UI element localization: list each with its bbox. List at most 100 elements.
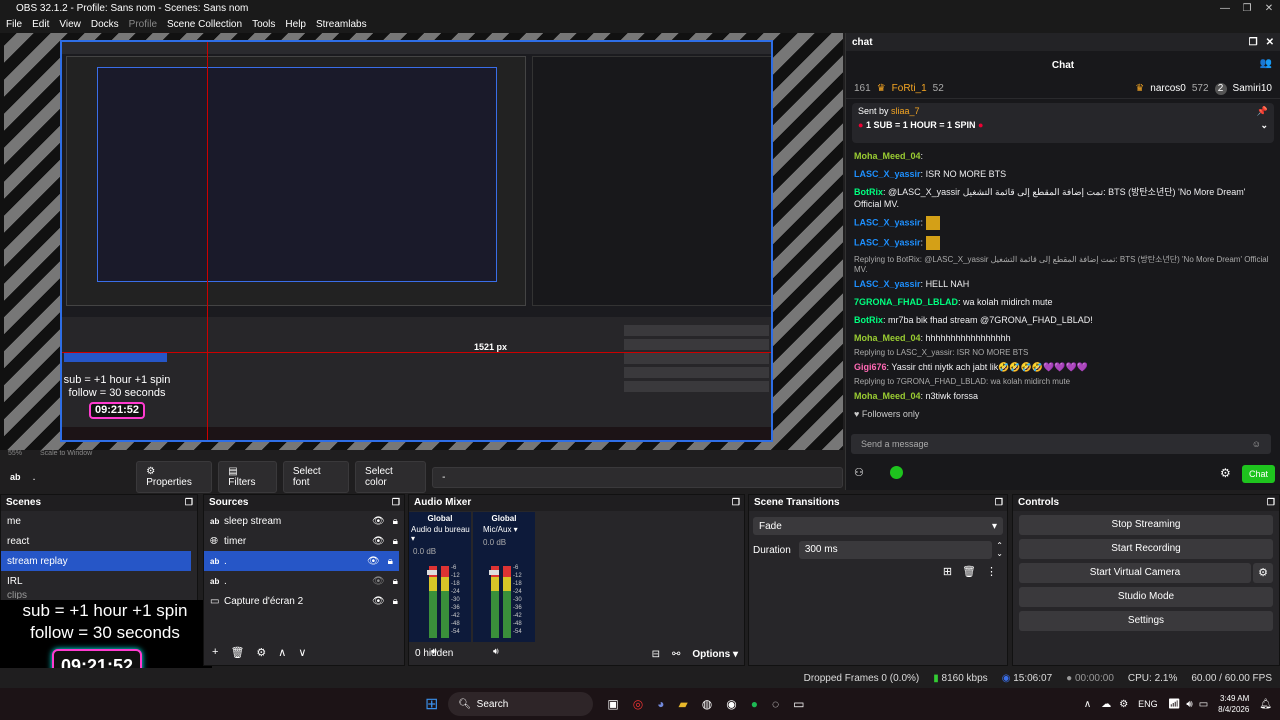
channel-name[interactable]: Audio du bureau ▾ — [409, 525, 471, 543]
filters-button[interactable]: ▤ Filters — [218, 461, 277, 493]
eye-icon[interactable]: 👁 — [372, 596, 385, 607]
add-icon[interactable]: ⊞ — [943, 565, 952, 578]
volume-slider[interactable] — [489, 570, 499, 575]
chevron-down-icon[interactable]: ⌄ — [1260, 120, 1268, 131]
close-icon[interactable]: ✕ — [1258, 3, 1280, 14]
properties-button[interactable]: ⚙ Properties — [136, 461, 213, 493]
source-item[interactable]: ab. 👁 🔒︎ — [204, 571, 404, 591]
menu-file[interactable]: File — [6, 19, 22, 30]
undock-icon[interactable]: ❐ — [995, 497, 1003, 508]
lock-icon[interactable]: 🔒︎ — [393, 536, 398, 547]
source-item[interactable]: 🌐︎ timer 👁 🔒︎ — [204, 531, 404, 551]
chrome-icon[interactable]: ◍ — [702, 697, 712, 711]
duration-input[interactable]: 300 ms — [798, 541, 993, 559]
taskbar-search[interactable]: 🔍︎ Search — [448, 692, 594, 716]
move-up-icon[interactable]: ∧ — [278, 646, 286, 659]
obs-icon[interactable]: ◉ — [726, 697, 736, 711]
terminal-icon[interactable]: ▭ — [793, 697, 804, 711]
file-explorer-icon[interactable]: ▰ — [678, 697, 687, 711]
link-icon[interactable]: ⚯ — [672, 649, 680, 660]
undock-icon[interactable]: ❐ — [1267, 497, 1275, 508]
eye-icon[interactable]: 👁 — [372, 536, 385, 547]
tray-chevron-icon[interactable]: ∧ — [1084, 699, 1091, 710]
options-button[interactable]: Options ▾ — [692, 649, 738, 660]
scene-item-selected[interactable]: stream replay — [1, 551, 191, 571]
studio-mode-button[interactable]: Studio Mode — [1019, 587, 1273, 607]
lock-icon[interactable]: 🔒︎ — [393, 596, 398, 607]
volume-slider[interactable] — [427, 570, 437, 575]
stop-streaming-button[interactable]: Stop Streaming — [1019, 515, 1273, 535]
layout-icon[interactable]: ⊟ — [652, 649, 660, 660]
source-item-selected[interactable]: ab. 👁 🔒︎ — [204, 551, 399, 571]
source-item[interactable]: ab sleep stream 👁 🔒︎ — [204, 511, 404, 531]
windows-start-icon[interactable]: ⊞ — [425, 694, 438, 714]
discord-icon[interactable]: ◕ — [657, 697, 664, 711]
volume-icon[interactable]: 🔊︎ — [1186, 699, 1192, 710]
settings-button[interactable]: Settings — [1019, 611, 1273, 631]
app-icon[interactable]: ◌ — [772, 697, 779, 711]
menu-edit[interactable]: Edit — [32, 19, 49, 30]
language-indicator[interactable]: ENG — [1138, 699, 1158, 709]
users-icon[interactable]: 👥 — [1260, 58, 1272, 69]
virtual-camera-settings-icon[interactable]: ⚙ — [1253, 563, 1273, 583]
close-dock-icon[interactable]: ✕ — [1266, 37, 1274, 48]
scene-item[interactable]: IRL — [1, 571, 197, 591]
clock[interactable]: 3:49 AM 8/4/2026 — [1218, 693, 1249, 715]
select-color-button[interactable]: Select color — [355, 461, 427, 493]
scene-item[interactable]: me — [1, 511, 197, 531]
speaker-icon[interactable]: 🔊︎ — [493, 646, 499, 657]
task-view-icon[interactable]: ▣ — [607, 697, 618, 711]
battery-icon[interactable]: ▭ — [1199, 699, 1208, 710]
settings-gear-icon[interactable]: ⚙ — [1220, 466, 1231, 480]
lock-icon[interactable]: 🔒︎ — [393, 516, 398, 527]
undock-icon[interactable]: ❐ — [732, 497, 740, 508]
eye-hidden-icon[interactable]: 👁 — [372, 576, 385, 587]
eye-icon[interactable]: 👁 — [367, 556, 380, 567]
kick-icon[interactable] — [890, 466, 903, 479]
undock-icon[interactable]: ❐ — [392, 497, 400, 508]
scale-mode[interactable]: Scale to Window — [40, 450, 92, 457]
scene-item[interactable]: react — [1, 531, 197, 551]
menu-scene-collection[interactable]: Scene Collection — [167, 19, 242, 30]
chat-tools-icon[interactable]: ⚇ — [854, 466, 864, 479]
leaderboard-name[interactable]: FoRti_1 — [892, 83, 927, 94]
duration-stepper[interactable]: ⌃ ⌄ — [996, 542, 1003, 558]
chat-send-button[interactable]: Chat — [1242, 465, 1275, 483]
menu-docks[interactable]: Docks — [91, 19, 119, 30]
leaderboard-name[interactable]: narcos0 — [1150, 83, 1186, 94]
lock-icon[interactable]: 🔒︎ — [388, 556, 393, 567]
trash-icon[interactable]: 🗑︎ — [230, 646, 244, 659]
text-input[interactable]: - — [432, 466, 844, 488]
eye-icon[interactable]: 👁 — [372, 516, 385, 527]
tray-icon[interactable]: ⚙ — [1119, 699, 1128, 710]
start-virtual-camera-button[interactable]: Start Virtual Camera — [1019, 563, 1251, 583]
add-icon[interactable]: + — [212, 646, 218, 659]
transition-select[interactable]: Fade ▾ — [753, 517, 1003, 535]
opera-icon[interactable]: ◎ — [633, 697, 643, 711]
spotify-icon[interactable]: ● — [751, 697, 758, 711]
menu-streamlabs[interactable]: Streamlabs — [316, 19, 367, 30]
channel-name[interactable]: Mic/Aux ▾ — [473, 525, 535, 534]
source-item[interactable]: ▭ Capture d'écran 2 👁 🔒︎ — [204, 591, 404, 611]
select-font-button[interactable]: Select font — [282, 461, 350, 493]
zoom-level[interactable]: 55% — [8, 450, 22, 457]
emoji-icon[interactable]: ☺ — [1252, 439, 1261, 449]
undock-icon[interactable]: ❐ — [185, 497, 193, 508]
minimize-icon[interactable]: — — [1214, 3, 1236, 14]
undock-icon[interactable]: ❐ — [1249, 37, 1258, 48]
menu-profile[interactable]: Profile — [129, 19, 157, 30]
scene-item[interactable]: clips — [1, 591, 197, 599]
lock-icon[interactable]: 🔒︎ — [393, 576, 398, 587]
menu-tools[interactable]: Tools — [252, 19, 275, 30]
move-down-icon[interactable]: ∨ — [298, 646, 306, 659]
wifi-icon[interactable]: 📶︎ — [1168, 699, 1181, 710]
maximize-icon[interactable]: ❐ — [1236, 3, 1258, 14]
chat-input[interactable]: Send a message ☺ — [851, 434, 1271, 454]
leaderboard-name[interactable]: Samiri10 — [1233, 83, 1272, 94]
notification-icon[interactable]: 🔔︎ — [1259, 699, 1272, 710]
menu-view[interactable]: View — [59, 19, 81, 30]
more-icon[interactable]: ⋮ — [986, 565, 997, 578]
pin-icon[interactable]: 📌 — [1257, 106, 1268, 117]
trash-icon[interactable]: 🗑︎ — [962, 565, 976, 578]
start-recording-button[interactable]: Start Recording — [1019, 539, 1273, 559]
